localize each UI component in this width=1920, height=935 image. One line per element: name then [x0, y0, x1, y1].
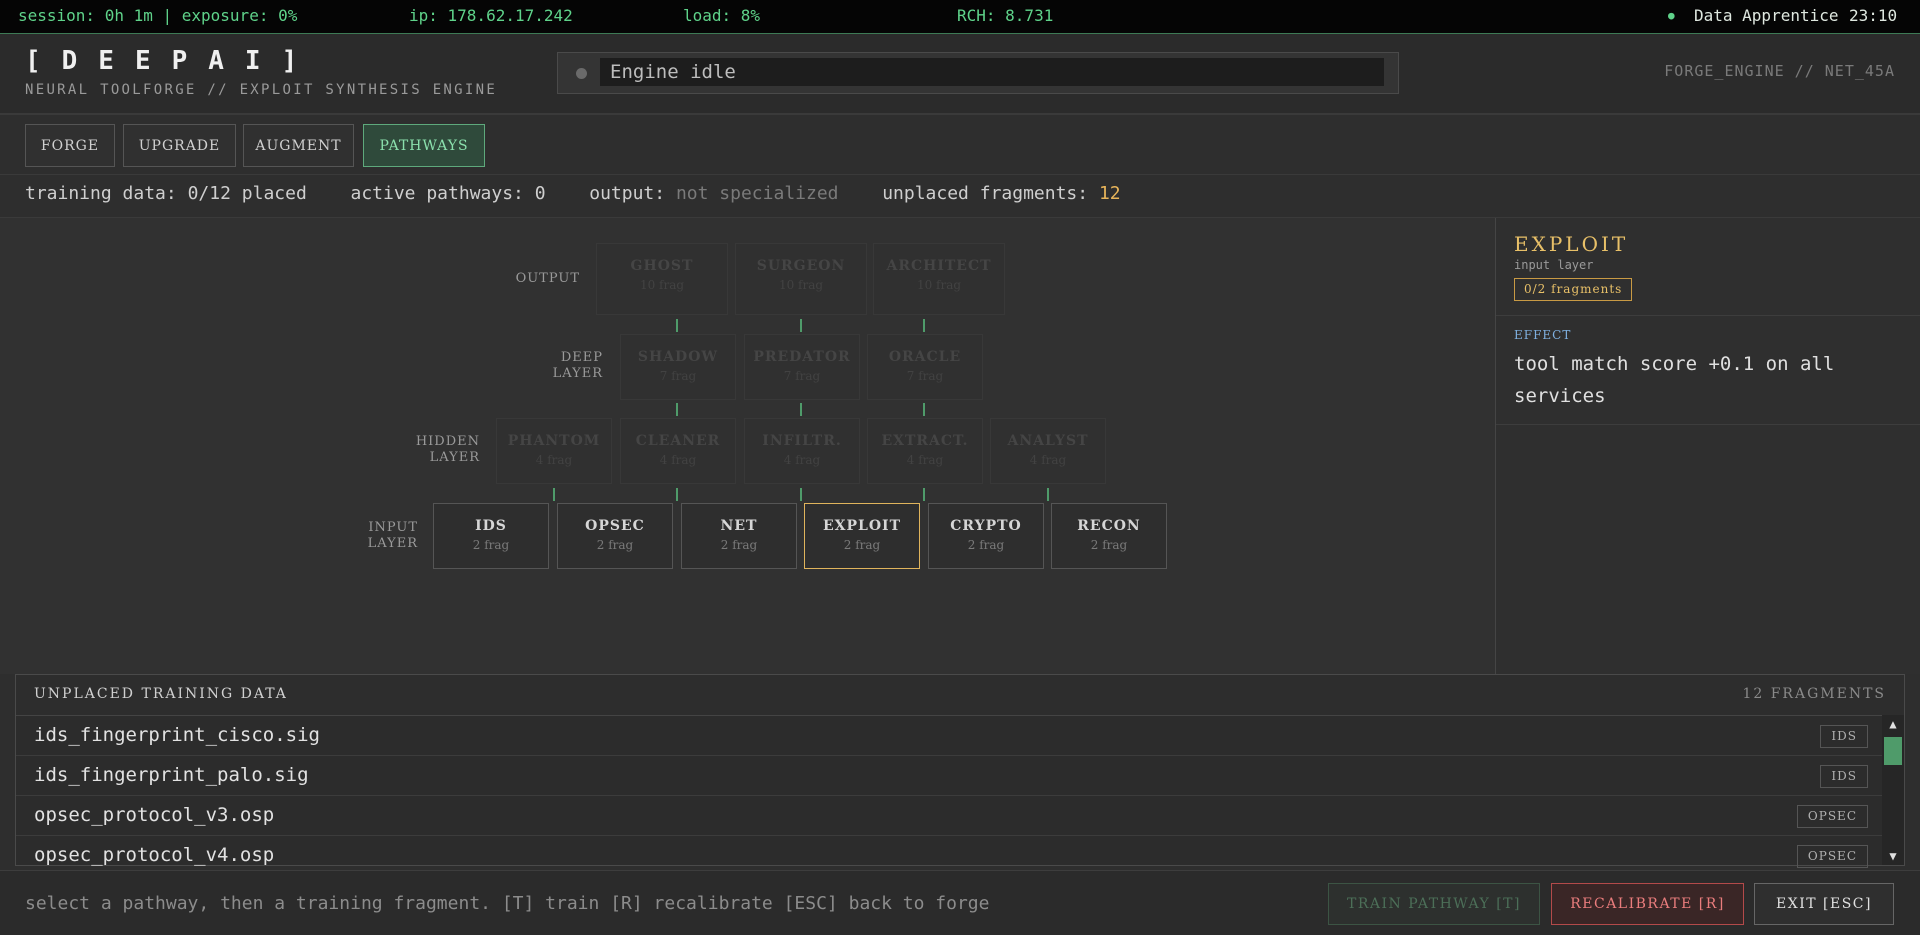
pathway-node-phantom[interactable]: PHANTOM 4 frag: [496, 418, 612, 484]
fragment-name: ids_fingerprint_cisco.sig: [34, 724, 320, 746]
pathway-node-net[interactable]: NET 2 frag: [681, 503, 797, 569]
fragment-name: ids_fingerprint_palo.sig: [34, 764, 309, 786]
pathway-connector: [800, 488, 802, 501]
status-bar: session: 0h 1m | exposure: 0% ip: 178.62…: [0, 0, 1920, 34]
train-pathway-button[interactable]: TRAIN PATHWAY [T]: [1328, 883, 1540, 925]
divider: [1496, 315, 1920, 316]
keyboard-hint: select a pathway, then a training fragme…: [25, 893, 990, 914]
tab-upgrade[interactable]: UPGRADE: [123, 124, 236, 167]
divider: [0, 174, 1920, 175]
scroll-thumb[interactable]: [1884, 737, 1902, 765]
engine-status-text: Engine idle: [600, 58, 1384, 86]
header: [DEEPAI] NEURAL TOOLFORGE // EXPLOIT SYN…: [0, 34, 1920, 115]
fragment-row[interactable]: ids_fingerprint_palo.sig IDS: [16, 756, 1882, 796]
load-indicator: load: 8%: [683, 6, 761, 25]
fragment-tag: OPSEC: [1796, 845, 1868, 868]
user-rank: Data Apprentice: [1694, 6, 1839, 25]
effect-description: tool match score +0.1 on all services: [1514, 353, 1835, 407]
pathway-node-shadow[interactable]: SHADOW 7 frag: [620, 334, 736, 400]
pathway-node-ids[interactable]: IDS 2 frag: [433, 503, 549, 569]
pathway-node-ghost[interactable]: GHOST 10 frag: [596, 243, 728, 315]
training-data-value: 0/12: [187, 183, 231, 204]
output-label: output:: [589, 183, 666, 204]
divider: [1496, 424, 1920, 425]
pathway-connector: [553, 488, 555, 501]
online-dot-icon: ●: [1668, 9, 1675, 22]
tab-forge[interactable]: FORGE: [25, 124, 115, 167]
pathway-connector: [676, 488, 678, 501]
pathway-node-extract[interactable]: EXTRACT. 4 frag: [867, 418, 983, 484]
layer-label-deep: DEEP LAYER: [552, 350, 603, 381]
fragment-row[interactable]: ids_fingerprint_cisco.sig IDS: [16, 716, 1882, 756]
pathway-node-oracle[interactable]: ORACLE 7 frag: [867, 334, 983, 400]
session-info: session: 0h 1m | exposure: 0%: [18, 6, 298, 25]
stats-line: training data: 0/12 placed active pathwa…: [25, 183, 1121, 204]
pathway-node-infiltr[interactable]: INFILTR. 4 frag: [744, 418, 860, 484]
footer: select a pathway, then a training fragme…: [0, 870, 1920, 935]
pathway-connector: [676, 319, 678, 332]
app-logo: [DEEPAI]: [25, 46, 319, 76]
pathway-node-cleaner[interactable]: CLEANER 4 frag: [620, 418, 736, 484]
pathway-connector: [1047, 488, 1049, 501]
pathway-title: EXPLOIT: [1514, 232, 1629, 256]
fragment-tag: IDS: [1820, 725, 1868, 748]
pathway-detail-panel: EXPLOIT input layer 0/2 fragments EFFECT…: [1495, 218, 1920, 674]
tab-augment[interactable]: AUGMENT: [243, 124, 354, 167]
recalibrate-button[interactable]: RECALIBRATE [R]: [1551, 883, 1744, 925]
scroll-down-icon[interactable]: ▼: [1882, 847, 1904, 865]
fragment-count: 12 FRAGMENTS: [1742, 686, 1886, 702]
unplaced-fragments-value: 12: [1098, 183, 1121, 204]
rch-readout: RCH: 8.731: [957, 6, 1054, 25]
pathway-node-exploit[interactable]: EXPLOIT 2 frag: [804, 503, 920, 569]
fragment-name: opsec_protocol_v3.osp: [34, 804, 275, 826]
pathway-node-recon[interactable]: RECON 2 frag: [1051, 503, 1167, 569]
training-data-suffix: placed: [241, 183, 307, 204]
pathway-node-opsec[interactable]: OPSEC 2 frag: [557, 503, 673, 569]
training-data-label: training data:: [25, 183, 177, 204]
unplaced-fragments-label: unplaced fragments:: [882, 183, 1089, 204]
fragment-tag: OPSEC: [1796, 805, 1868, 828]
pathway-node-analyst[interactable]: ANALYST 4 frag: [990, 418, 1106, 484]
pathway-node-predator[interactable]: PREDATOR 7 frag: [744, 334, 860, 400]
pathway-connector: [923, 319, 925, 332]
exit-button[interactable]: EXIT [ESC]: [1754, 883, 1894, 925]
layer-label-hidden: HIDDEN LAYER: [415, 434, 480, 465]
pathway-node-surgeon[interactable]: SURGEON 10 frag: [735, 243, 867, 315]
ip-address: ip: 178.62.17.242: [409, 6, 573, 25]
fragment-progress-badge: 0/2 fragments: [1514, 278, 1633, 301]
tab-pathways[interactable]: PATHWAYS: [363, 124, 485, 167]
app-tagline: NEURAL TOOLFORGE // EXPLOIT SYNTHESIS EN…: [25, 82, 498, 98]
fragment-row[interactable]: opsec_protocol_v3.osp OPSEC: [16, 796, 1882, 836]
panel-header: UNPLACED TRAINING DATA 12 FRAGMENTS: [16, 675, 1904, 716]
active-pathways-value: 0: [534, 183, 546, 204]
pathway-connector: [923, 403, 925, 416]
pathway-layer: input layer: [1514, 258, 1594, 272]
layer-label-output: OUTPUT: [515, 271, 580, 286]
pathway-connector: [676, 403, 678, 416]
fragment-name: opsec_protocol_v4.osp: [34, 844, 275, 866]
pathway-connector: [800, 319, 802, 332]
active-pathways-label: active pathways:: [350, 183, 524, 204]
pathway-node-crypto[interactable]: CRYPTO 2 frag: [928, 503, 1044, 569]
pathway-connector: [800, 403, 802, 416]
unplaced-training-data-panel: UNPLACED TRAINING DATA 12 FRAGMENTS ids_…: [15, 674, 1905, 868]
engine-status-icon: [576, 68, 587, 79]
fragment-tag: IDS: [1820, 765, 1868, 788]
clock: 23:10: [1849, 6, 1898, 25]
panel-title: UNPLACED TRAINING DATA: [34, 686, 288, 702]
forge-engine-id: FORGE_ENGINE // NET_45A: [1664, 62, 1895, 80]
pathway-connector: [923, 488, 925, 501]
scroll-up-icon[interactable]: ▲: [1882, 715, 1904, 733]
pathway-node-architect[interactable]: ARCHITECT 10 frag: [873, 243, 1005, 315]
engine-status-box: Engine idle: [557, 52, 1399, 94]
output-value: not specialized: [675, 183, 839, 204]
layer-label-input: INPUT LAYER: [367, 520, 418, 551]
pathway-network-canvas: OUTPUT DEEP LAYER HIDDEN LAYER INPUT LAY…: [0, 218, 1495, 674]
effect-label: EFFECT: [1514, 328, 1572, 342]
fragment-scrollbar[interactable]: ▲ ▼: [1882, 715, 1904, 865]
